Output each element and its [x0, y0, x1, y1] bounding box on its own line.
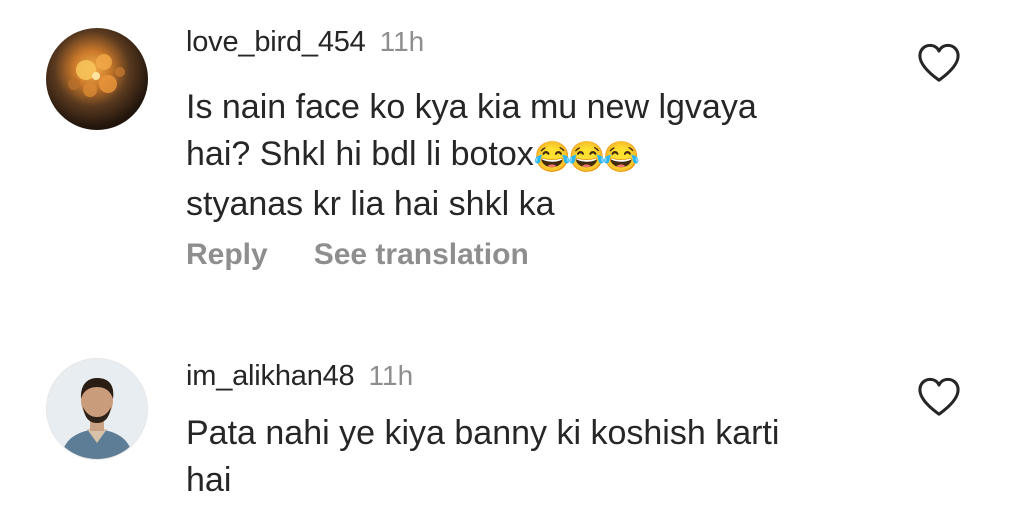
comment-text: Pata nahi ye kiya banny ki koshish karti… [186, 410, 886, 504]
comment-item: love_bird_454 11h Is nain face ko kya ki… [0, 0, 1024, 300]
comment-text-fragment: hai? Shkl hi bdl li botox [186, 135, 534, 173]
comment-text-line: Is nain face ko kya kia mu new lgvaya [186, 88, 757, 126]
comment-text-line: hai? Shkl hi bdl li botox😂😂😂 [186, 131, 886, 181]
heart-icon[interactable] [916, 376, 962, 418]
avatar[interactable] [46, 28, 148, 130]
comment-timestamp: 11h [379, 26, 425, 57]
laughing-emoji: 😂😂😂 [533, 141, 640, 174]
see-translation-button[interactable]: See translation [314, 238, 529, 272]
comment-timestamp: 11h [368, 360, 414, 391]
comment-item: im_alikhan48 11h Pata nahi ye kiya banny… [0, 340, 1024, 518]
comment-username[interactable]: im_alikhan48 [186, 360, 355, 393]
comment-text-line: Pata nahi ye kiya banny ki koshish karti [186, 414, 780, 452]
heart-icon[interactable] [916, 42, 962, 84]
comment-text-line: styanas kr lia hai shkl ka [186, 185, 555, 223]
man-avatar-icon [47, 359, 147, 459]
comment-actions: Reply See translation [186, 238, 529, 272]
comment-text-line: hai [186, 461, 232, 499]
reply-button[interactable]: Reply [186, 238, 268, 272]
flower-avatar-icon [68, 54, 125, 97]
comment-username[interactable]: love_bird_454 [186, 26, 366, 59]
avatar[interactable] [46, 358, 148, 460]
comment-text: Is nain face ko kya kia mu new lgvaya ha… [186, 84, 886, 228]
